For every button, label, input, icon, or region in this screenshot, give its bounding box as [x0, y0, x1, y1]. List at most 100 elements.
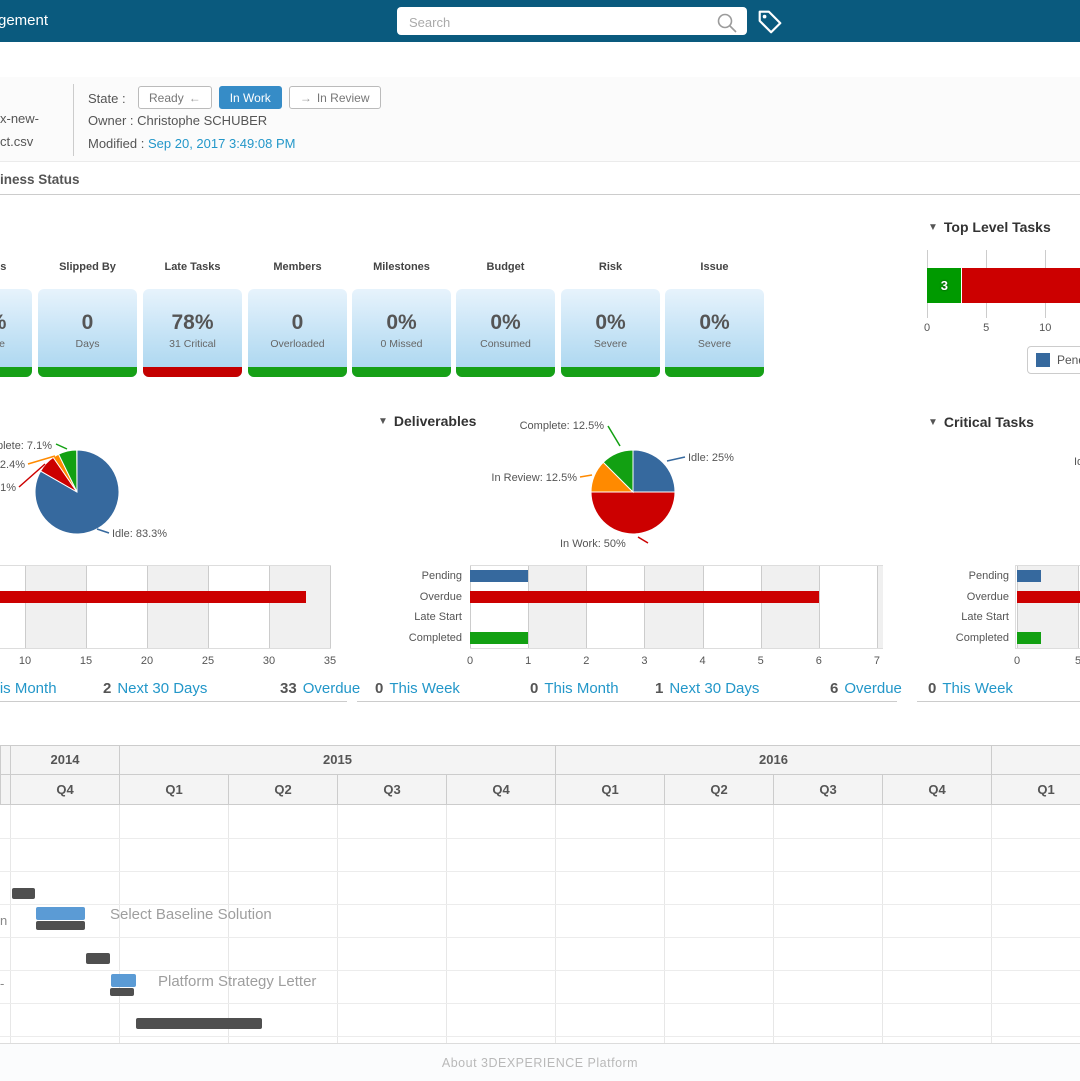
kpi-value: 78% [143, 311, 242, 335]
stat-number: 0 [530, 680, 538, 697]
gantt-task-bar[interactable] [111, 974, 136, 987]
gantt-grid-hline [0, 1003, 1080, 1004]
gantt-quarter-cell [0, 775, 10, 805]
gridline [330, 566, 331, 648]
search-box [397, 7, 747, 35]
kpi-card-members[interactable]: 0Overloaded [248, 289, 347, 377]
gantt-quarter-cell: Q2 [228, 775, 337, 805]
bar-pending [1017, 570, 1041, 582]
gantt-row-label-fragment: - [0, 976, 4, 991]
gantt-task-bar[interactable] [110, 988, 134, 996]
kpi-card-milestones[interactable]: 0%0 Missed [352, 289, 451, 377]
kpi-card-label: Members [248, 261, 347, 273]
stat-link-next-30-days[interactable]: Next 30 Days [669, 680, 759, 697]
stat-link-this-week[interactable]: This Week [942, 680, 1013, 697]
tick-label: 1 [525, 655, 531, 667]
stat-link-this-month[interactable]: This Month [0, 680, 57, 697]
state-button-in-review[interactable]: →In Review [289, 86, 381, 109]
gantt-grid-hline [0, 838, 1080, 839]
bar-overdue [1017, 591, 1080, 603]
search-input[interactable] [407, 8, 711, 36]
deliverables-header[interactable]: ▼Deliverables [378, 413, 476, 431]
gantt-task-bar[interactable] [136, 1018, 262, 1029]
gantt-task-bar[interactable] [12, 888, 35, 899]
kpi-value: 0 [248, 311, 347, 335]
legend-label: Pending [1057, 353, 1080, 367]
category-label-late-start: Late Start [414, 611, 462, 623]
gridline [761, 566, 762, 648]
stat: 6Overdue [830, 680, 902, 698]
kpi-card-label: Milestones [352, 261, 451, 273]
collapse-triangle-icon[interactable]: ▼ [928, 222, 938, 233]
tick-label: 15 [80, 655, 92, 667]
kpi-card-risk[interactable]: 0%Severe [561, 289, 660, 377]
stat-link-overdue[interactable]: Overdue [303, 680, 361, 697]
category-label-late-start: Late Start [961, 611, 1009, 623]
owner-label: Owner : [88, 113, 134, 128]
pie-label: Complete: 7.1% [0, 440, 52, 452]
gantt-grid-vline [882, 805, 883, 1043]
kpi-sublabel: Days [38, 338, 137, 350]
pie-label-connector [608, 426, 620, 446]
kpi-card-late-tasks[interactable]: 78%31 Critical [143, 289, 242, 377]
top-level-tasks-title: Top Level Tasks [944, 219, 1051, 235]
gantt-task-label: Select Baseline Solution [110, 906, 272, 923]
top-level-tasks-header[interactable]: ▼ Top Level Tasks [928, 219, 1051, 237]
gantt-grid-vline [337, 805, 338, 1043]
header-divider [73, 84, 74, 156]
kpi-card-budget[interactable]: 0%Consumed [456, 289, 555, 377]
stat: 0This Month [0, 680, 57, 698]
bar-completed [1017, 632, 1041, 644]
stat-link-overdue[interactable]: Overdue [844, 680, 902, 697]
kpi-card-issue[interactable]: 0%Severe [665, 289, 764, 377]
collapse-triangle-icon[interactable]: ▼ [928, 417, 938, 428]
stat-link-this-week[interactable]: This Week [389, 680, 460, 697]
stat-number: 0 [375, 680, 383, 697]
tick-label: 5 [1075, 655, 1080, 667]
state-button-ready[interactable]: Ready← [138, 86, 212, 109]
stat-link-next-30-days[interactable]: Next 30 Days [117, 680, 207, 697]
stat-number: 2 [103, 680, 111, 697]
gantt-quarter-cell: Q1 [991, 775, 1080, 805]
collapse-triangle-icon[interactable]: ▼ [378, 416, 388, 427]
file-name-line2: ct.csv [0, 134, 33, 149]
gantt-grid-vline [773, 805, 774, 1043]
kpi-status-strip [143, 367, 242, 377]
modified-date-link[interactable]: Sep 20, 2017 3:49:08 PM [148, 136, 295, 151]
state-buttons: Ready← In Work →In Review [138, 86, 381, 109]
tag-icon[interactable] [757, 9, 783, 35]
gridline [208, 566, 209, 648]
kpi-card-slipped-by[interactable]: 0 Days [38, 289, 137, 377]
tick-label: 4 [699, 655, 705, 667]
bar-segment-overdue [962, 268, 1080, 303]
pie-label: Idle: 83.3% [112, 528, 167, 540]
pie-slice-in-work [41, 457, 77, 492]
kpi-sublabel: Severe [561, 338, 660, 350]
kpi-sublabel: Complete [0, 338, 32, 350]
bar-overdue [470, 591, 819, 603]
kpi-value: 0 [38, 311, 137, 335]
category-label-overdue: Overdue [967, 591, 1009, 603]
kpi-card-progress[interactable]: 7.1%Complete [0, 289, 32, 377]
gantt-task-bar[interactable] [36, 921, 85, 930]
plot-stripe [147, 566, 208, 648]
gantt-task-bar[interactable] [36, 907, 85, 920]
about-platform-link[interactable]: About 3DEXPERIENCE Platform [442, 1056, 638, 1070]
bar-overdue [0, 591, 306, 603]
tick-label: 3 [641, 655, 647, 667]
plot-stripe [644, 566, 702, 648]
search-icon[interactable] [715, 11, 739, 35]
state-button-in-work[interactable]: In Work [219, 86, 282, 109]
stat-link-this-month[interactable]: This Month [544, 680, 618, 697]
stat: 0This Week [928, 680, 1013, 698]
gridline [1078, 566, 1079, 648]
kpi-sublabel: Severe [665, 338, 764, 350]
gantt-task-bar[interactable] [86, 953, 110, 964]
state-button-label: In Work [230, 91, 271, 105]
pie-label-connector [97, 529, 109, 533]
plot-stripe [528, 566, 586, 648]
gridline [25, 566, 26, 648]
critical-tasks-header[interactable]: ▼Critical Tasks [928, 414, 1034, 432]
app-title: gement [0, 12, 48, 29]
legend-swatch-pending [1036, 353, 1050, 367]
